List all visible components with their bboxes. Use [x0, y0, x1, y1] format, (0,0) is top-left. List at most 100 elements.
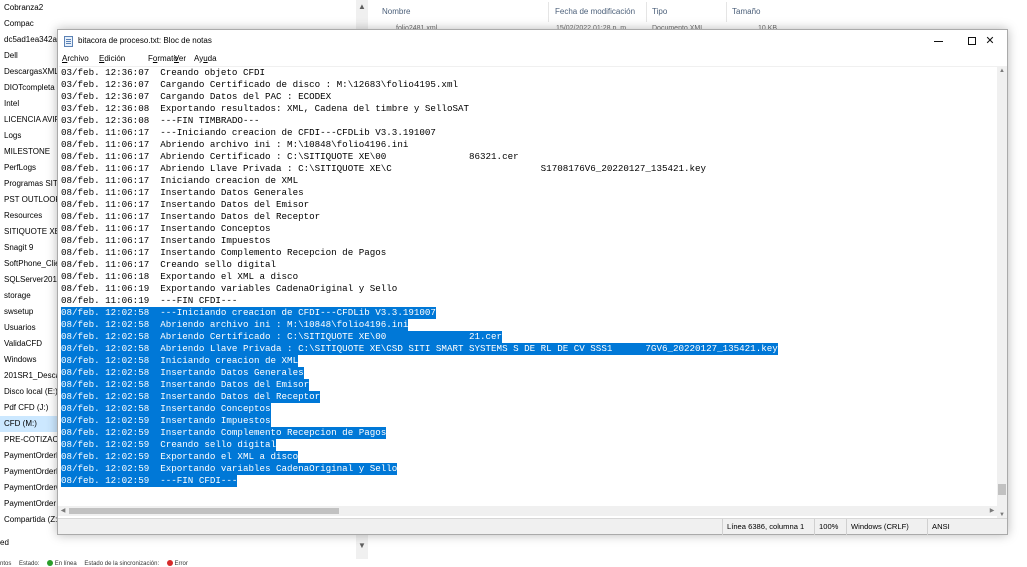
- nav-item[interactable]: Usuarios: [0, 320, 60, 336]
- text-line: 08/feb. 12:02:58 Abriendo Llave Privada …: [61, 343, 778, 355]
- notepad-menu-bar: Archivo Edición Formato Ver Ayuda: [58, 52, 1007, 66]
- text-line: 08/feb. 12:02:59 Exportando el XML a dis…: [61, 451, 299, 463]
- text-line: 03/feb. 12:36:08 ---FIN TIMBRADO---: [61, 115, 260, 126]
- text-line: 08/feb. 12:02:59 Insertando Complemento …: [61, 427, 387, 439]
- text-line: 08/feb. 11:06:18 Exportando el XML a dis…: [61, 271, 299, 282]
- nav-item-fragment: ed: [0, 538, 9, 547]
- notepad-app-icon: [64, 36, 73, 47]
- text-line: 08/feb. 12:02:58 Abriendo Certificado : …: [61, 331, 503, 343]
- explorer-column-headers: Nombre Fecha de modificación Tipo Tamaño: [376, 0, 816, 24]
- text-line: 08/feb. 11:06:17 Insertando Datos del Em…: [61, 199, 310, 210]
- notepad-status-bar: Línea 6386, columna 1 100% Windows (CRLF…: [58, 518, 1007, 535]
- nav-item[interactable]: Intel: [0, 96, 60, 112]
- minimize-button[interactable]: [921, 30, 955, 52]
- nav-item[interactable]: Dell: [0, 48, 60, 64]
- text-line: 03/feb. 12:36:07 Cargando Datos del PAC …: [61, 91, 332, 102]
- nav-item[interactable]: Pdf CFD (J:): [0, 400, 60, 416]
- error-icon: [166, 560, 173, 566]
- item-count-fragment: ntos: [0, 560, 12, 567]
- menu-item[interactable]: Archivo: [62, 54, 89, 63]
- menu-item[interactable]: Ayuda: [194, 54, 217, 63]
- text-line: 03/feb. 12:36:07 Creando objeto CFDI: [61, 67, 265, 78]
- scroll-up-icon[interactable]: ▲: [997, 66, 1007, 76]
- text-line: 08/feb. 12:02:58 Abriendo archivo ini : …: [61, 319, 409, 331]
- column-header-size[interactable]: Tamaño: [732, 7, 760, 16]
- text-line: 08/feb. 11:06:17 Abriendo Certificado : …: [61, 151, 519, 162]
- explorer-status-bar: ntos Estado: En línea Estado de la sincr…: [0, 560, 420, 567]
- menu-item[interactable]: Ver: [174, 54, 186, 63]
- nav-item[interactable]: SoftPhone_Clie: [0, 256, 60, 272]
- nav-item[interactable]: Logs: [0, 128, 60, 144]
- nav-item[interactable]: Resources: [0, 208, 60, 224]
- nav-item[interactable]: Snagit 9: [0, 240, 60, 256]
- column-header-type[interactable]: Tipo: [652, 7, 667, 16]
- nav-item[interactable]: Cobranza2: [0, 0, 60, 16]
- text-line: 08/feb. 11:06:17 ---Iniciando creacion d…: [61, 127, 436, 138]
- scroll-up-icon[interactable]: ▲: [356, 0, 368, 14]
- explorer-navigation-pane: Cobranza2 Compac dc5ad1ea342ae Dell Descarga…: [0, 0, 60, 535]
- state-label: Estado:: [19, 560, 40, 567]
- text-line: 08/feb. 12:02:59 ---FIN CFDI---: [61, 475, 238, 487]
- nav-item[interactable]: MILESTONE: [0, 144, 60, 160]
- vertical-scrollbar[interactable]: ▲ ▼: [997, 66, 1007, 520]
- nav-item[interactable]: PST OUTLOOK: [0, 192, 60, 208]
- nav-item[interactable]: PaymentOrderCo: [0, 480, 60, 496]
- nav-item[interactable]: 201SR1_Descar: [0, 368, 60, 384]
- nav-item[interactable]: Compac: [0, 16, 60, 32]
- close-button[interactable]: ✕: [973, 30, 1007, 52]
- text-line: 08/feb. 11:06:17 Insertando Datos del Re…: [61, 211, 321, 222]
- nav-item[interactable]: Windows: [0, 352, 60, 368]
- nav-item[interactable]: DescargasXML: [0, 64, 60, 80]
- nav-item[interactable]: LICENCIA AVIR: [0, 112, 60, 128]
- nav-item[interactable]: storage: [0, 288, 60, 304]
- explorer-nav-scrollbar[interactable]: ▲: [356, 0, 368, 32]
- column-separator[interactable]: [726, 2, 727, 22]
- horizontal-scrollbar[interactable]: ◀ ▶: [58, 506, 997, 516]
- scroll-right-icon[interactable]: ▶: [987, 506, 997, 516]
- minimize-icon: [933, 40, 943, 42]
- horizontal-scroll-thumb[interactable]: [69, 508, 339, 514]
- scroll-down-icon: ▼: [358, 541, 366, 550]
- text-line: 08/feb. 12:02:58 Insertando Datos Genera…: [61, 367, 304, 379]
- scroll-left-icon[interactable]: ◀: [58, 506, 68, 516]
- column-header-date[interactable]: Fecha de modificación: [555, 7, 635, 16]
- nav-item[interactable]: Disco local (E:): [0, 384, 60, 400]
- column-separator[interactable]: [548, 2, 549, 22]
- notepad-window[interactable]: bitacora de proceso.txt: Bloc de notas ✕…: [57, 29, 1008, 535]
- zoom-level: 100%: [814, 519, 838, 535]
- text-line: 08/feb. 11:06:19 ---FIN CFDI---: [61, 295, 238, 306]
- menu-item[interactable]: Edición: [99, 54, 125, 63]
- text-line: 08/feb. 11:06:17 Abriendo Llave Privada …: [61, 163, 707, 174]
- nav-item[interactable]: PerfLogs: [0, 160, 60, 176]
- nav-item[interactable]: SITIQUOTE XE: [0, 224, 60, 240]
- nav-item[interactable]: PRE-COTIZACIO: [0, 432, 60, 448]
- nav-item[interactable]: CFD (M:): [0, 416, 60, 432]
- sync-label: Estado de la sincronización:: [84, 560, 160, 567]
- nav-item[interactable]: PaymentOrder (: [0, 496, 60, 512]
- column-separator[interactable]: [646, 2, 647, 22]
- nav-item[interactable]: ValidaCFD: [0, 336, 60, 352]
- vertical-scroll-thumb[interactable]: [998, 484, 1006, 495]
- sync-error: Error: [166, 560, 188, 567]
- notepad-title-bar[interactable]: bitacora de proceso.txt: Bloc de notas ✕: [58, 30, 1007, 52]
- nav-item[interactable]: Programas SITI: [0, 176, 60, 192]
- line-ending: Windows (CRLF): [846, 519, 909, 535]
- nav-item[interactable]: Compartida (Z:): [0, 512, 60, 528]
- column-header-name[interactable]: Nombre: [382, 7, 410, 16]
- text-line: 08/feb. 12:02:58 Insertando Datos del Re…: [61, 391, 321, 403]
- text-line: 08/feb. 11:06:19 Exportando variables Ca…: [61, 283, 398, 294]
- text-line: 08/feb. 12:02:58 Insertando Conceptos: [61, 403, 271, 415]
- desktop-screen: Cobranza2 Compac dc5ad1ea342ae Dell Descarga…: [0, 0, 1027, 567]
- text-line: 08/feb. 11:06:17 Insertando Conceptos: [61, 223, 271, 234]
- text-line: 08/feb. 11:06:17 Insertando Impuestos: [61, 235, 271, 246]
- text-editor-area[interactable]: 03/feb. 12:36:07 Creando objeto CFDI 03/f…: [59, 66, 997, 520]
- nav-item[interactable]: PaymentOrderFa: [0, 464, 60, 480]
- nav-item[interactable]: SQLServer2017: [0, 272, 60, 288]
- nav-item[interactable]: PaymentOrderFa: [0, 448, 60, 464]
- explorer-scroll-down-button[interactable]: ▼: [356, 535, 368, 559]
- text-line: 08/feb. 12:02:59 Creando sello digital: [61, 439, 277, 451]
- nav-item[interactable]: dc5ad1ea342ae: [0, 32, 60, 48]
- nav-item[interactable]: DIOTcompleta: [0, 80, 60, 96]
- cursor-position: Línea 6386, columna 1: [722, 519, 804, 535]
- nav-item[interactable]: swsetup: [0, 304, 60, 320]
